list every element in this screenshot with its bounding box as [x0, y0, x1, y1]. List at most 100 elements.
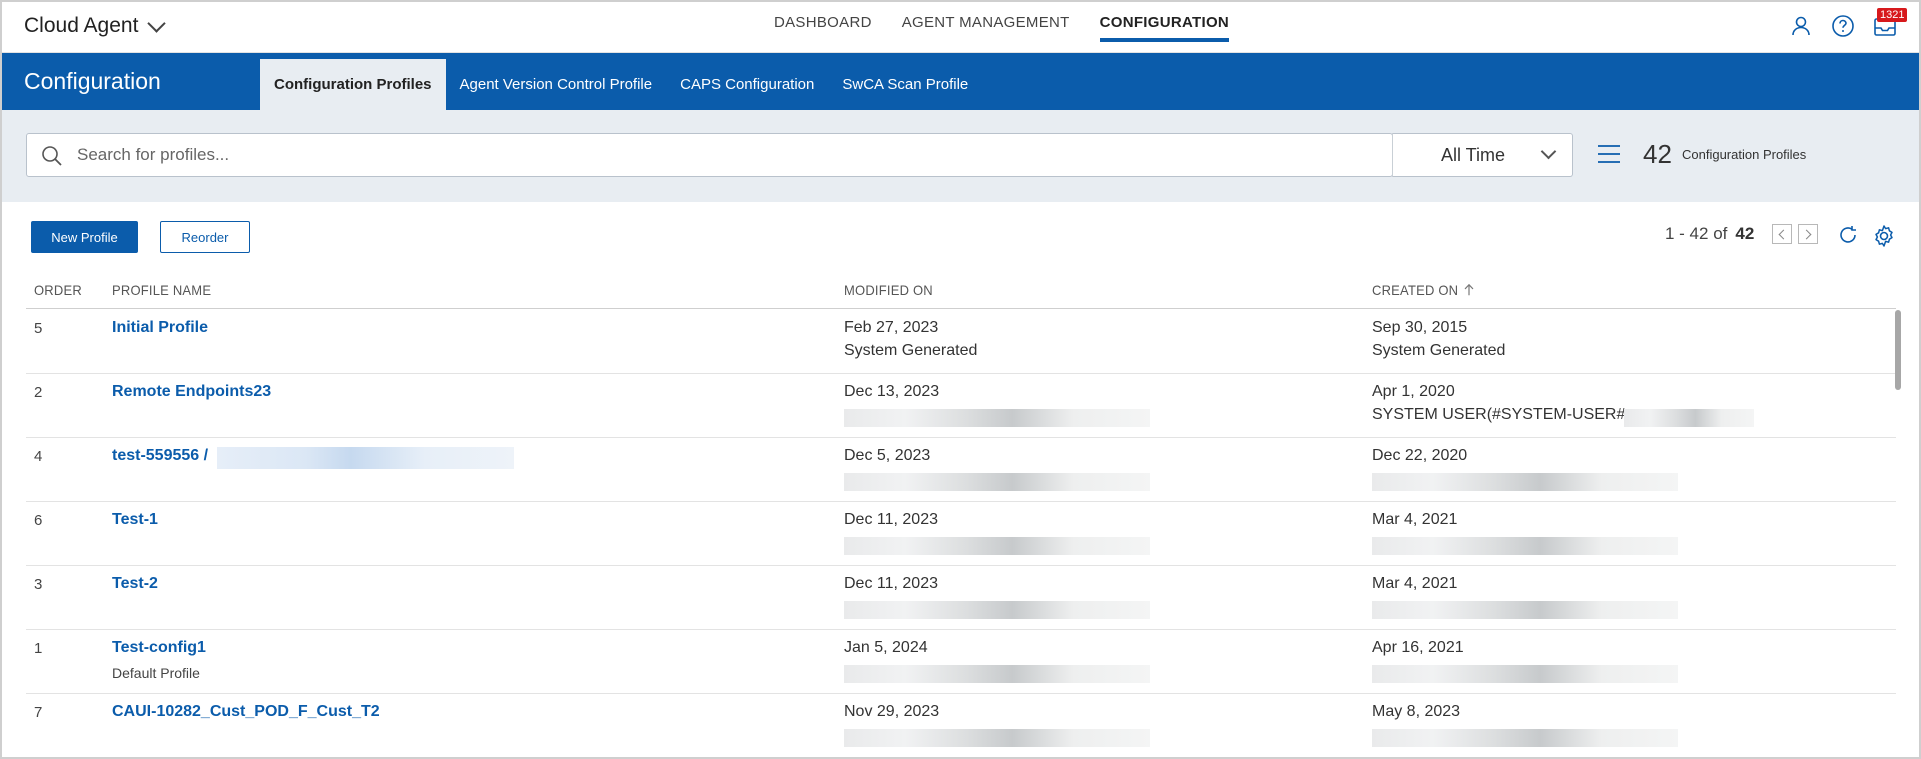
- list-view-icon[interactable]: [1596, 143, 1622, 165]
- new-profile-button[interactable]: New Profile: [31, 221, 138, 253]
- table-scrollbar[interactable]: [1895, 310, 1901, 390]
- modified-date: Nov 29, 2023: [844, 703, 940, 720]
- help-icon[interactable]: [1831, 14, 1855, 38]
- redacted-text: [1372, 665, 1678, 683]
- tab-swca-scan-profile[interactable]: SwCA Scan Profile: [828, 59, 982, 110]
- app-switcher[interactable]: Cloud Agent: [24, 13, 167, 38]
- search-box: [26, 133, 1407, 177]
- table-row[interactable]: 3 Test-2 Dec 11, 2023 Mar 4, 2021: [26, 566, 1896, 630]
- table-row[interactable]: 1 Test-config1 Default Profile Jan 5, 20…: [26, 630, 1896, 694]
- tab-caps-configuration[interactable]: CAPS Configuration: [666, 59, 828, 110]
- row-order: 6: [34, 512, 43, 529]
- modified-date: Feb 27, 2023: [844, 319, 939, 336]
- table-body: 5 Initial Profile Feb 27, 2023 System Ge…: [26, 310, 1896, 757]
- created-by: System Generated: [1372, 342, 1506, 359]
- top-icons: 1321: [1789, 8, 1908, 38]
- redacted-text: [844, 601, 1150, 619]
- page-title: Configuration: [24, 68, 161, 94]
- created-date: Sep 30, 2015: [1372, 319, 1468, 336]
- modified-date: Dec 13, 2023: [844, 383, 940, 400]
- column-profile-name[interactable]: PROFILE NAME: [112, 283, 211, 299]
- modified-date: Dec 5, 2023: [844, 447, 931, 464]
- redacted-text: [844, 473, 1150, 491]
- section-header: Configuration Configuration Profiles Age…: [2, 53, 1919, 110]
- created-date: Mar 4, 2021: [1372, 511, 1458, 528]
- prev-page-button[interactable]: [1772, 224, 1793, 244]
- row-order: 4: [34, 448, 43, 465]
- search-band: All Time 42 Configuration Profiles: [2, 110, 1919, 202]
- table-row[interactable]: 5 Initial Profile Feb 27, 2023 System Ge…: [26, 310, 1896, 374]
- profile-name-link[interactable]: Test-1: [112, 511, 158, 529]
- reorder-button[interactable]: Reorder: [160, 221, 250, 253]
- sort-ascending-icon: [1464, 283, 1474, 296]
- top-bar: Cloud Agent DASHBOARD AGENT MANAGEMENT C…: [2, 2, 1919, 53]
- next-page-button[interactable]: [1798, 224, 1819, 244]
- chevron-down-icon: [147, 13, 167, 33]
- notification-badge: 1321: [1877, 8, 1908, 22]
- gear-icon[interactable]: [1872, 224, 1896, 248]
- nav-configuration[interactable]: CONFIGURATION: [1099, 2, 1230, 42]
- redacted-text: [217, 447, 514, 469]
- modified-by: System Generated: [844, 342, 978, 359]
- search-input[interactable]: [77, 134, 1407, 176]
- redacted-text: [844, 665, 1150, 683]
- row-order: 7: [34, 704, 43, 721]
- chevron-down-icon: [1540, 143, 1557, 160]
- nav-agent-management[interactable]: AGENT MANAGEMENT: [902, 2, 1070, 42]
- tab-configuration-profiles[interactable]: Configuration Profiles: [260, 59, 446, 110]
- pagination: 1 - 42 of 42: [1665, 224, 1819, 244]
- redacted-text: [844, 729, 1150, 747]
- profile-name-link[interactable]: test-559556 /: [112, 447, 208, 465]
- created-by: SYSTEM USER(#SYSTEM-USER#: [1372, 406, 1626, 423]
- modified-date: Dec 11, 2023: [844, 511, 938, 528]
- app-title: Cloud Agent: [24, 14, 139, 37]
- top-nav: DASHBOARD AGENT MANAGEMENT CONFIGURATION: [774, 2, 1230, 53]
- table-row[interactable]: 7 CAUI-10282_Cust_POD_F_Cust_T2 Nov 29, …: [26, 694, 1896, 757]
- redacted-text: [1372, 473, 1678, 491]
- created-date: Apr 1, 2020: [1372, 383, 1455, 400]
- profile-name-link[interactable]: Test-config1: [112, 639, 206, 657]
- created-date: Dec 22, 2020: [1372, 447, 1468, 464]
- nav-dashboard[interactable]: DASHBOARD: [774, 2, 872, 42]
- column-created-on-label: CREATED ON: [1372, 282, 1459, 299]
- profile-count-label: Configuration Profiles: [1682, 147, 1807, 162]
- app-window: Cloud Agent DASHBOARD AGENT MANAGEMENT C…: [0, 0, 1921, 759]
- time-filter-select[interactable]: All Time: [1392, 133, 1573, 177]
- column-order[interactable]: ORDER: [34, 283, 82, 299]
- refresh-icon[interactable]: [1837, 224, 1859, 246]
- profile-name-link[interactable]: Test-2: [112, 575, 158, 593]
- redacted-text: [1372, 537, 1678, 555]
- sub-tabs: Configuration Profiles Agent Version Con…: [260, 59, 982, 110]
- profile-name-link[interactable]: CAUI-10282_Cust_POD_F_Cust_T2: [112, 703, 380, 721]
- chevron-left-icon: [1778, 229, 1789, 240]
- redacted-text: [1372, 729, 1678, 747]
- table-header: ORDER PROFILE NAME MODIFIED ON CREATED O…: [26, 277, 1896, 309]
- redacted-text: [1624, 409, 1754, 427]
- default-profile-label: Default Profile: [112, 665, 200, 681]
- row-order: 3: [34, 576, 43, 593]
- modified-date: Dec 11, 2023: [844, 575, 938, 592]
- profile-name-link[interactable]: Remote Endpoints23: [112, 383, 271, 401]
- created-date: Mar 4, 2021: [1372, 575, 1458, 592]
- tab-agent-version-control-profile[interactable]: Agent Version Control Profile: [446, 59, 667, 110]
- row-order: 5: [34, 320, 43, 337]
- chevron-right-icon: [1801, 229, 1812, 240]
- row-order: 2: [34, 384, 43, 401]
- created-date: May 8, 2023: [1372, 703, 1461, 720]
- table-row[interactable]: 4 test-559556 / Dec 5, 2023 Dec 22, 2020: [26, 438, 1896, 502]
- profile-name-link[interactable]: Initial Profile: [112, 319, 208, 337]
- redacted-text: [1372, 601, 1678, 619]
- column-created-on[interactable]: CREATED ON: [1372, 282, 1474, 299]
- modified-date: Jan 5, 2024: [844, 639, 928, 656]
- time-filter-value: All Time: [1441, 145, 1506, 165]
- column-modified-on[interactable]: MODIFIED ON: [844, 283, 933, 299]
- table-row[interactable]: 2 Remote Endpoints23 Dec 13, 2023 Apr 1,…: [26, 374, 1896, 438]
- redacted-text: [844, 409, 1150, 427]
- redacted-text: [844, 537, 1150, 555]
- notification-icon[interactable]: 1321: [1873, 8, 1908, 38]
- table-row[interactable]: 6 Test-1 Dec 11, 2023 Mar 4, 2021: [26, 502, 1896, 566]
- user-icon[interactable]: [1789, 14, 1813, 38]
- profile-count: 42: [1643, 139, 1672, 169]
- pagination-range: 1 - 42 of: [1665, 224, 1728, 243]
- pagination-total: 42: [1735, 224, 1755, 243]
